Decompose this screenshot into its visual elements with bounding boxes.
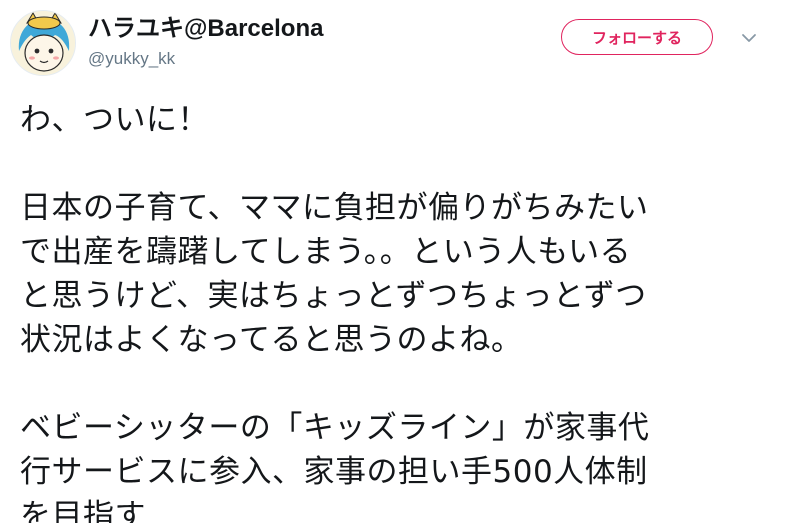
- user-info: ハラユキ@Barcelona @yukky_kk: [88, 14, 323, 70]
- tweet-line: 日本の子育て、ママに負担が偏りがちみたい: [20, 190, 649, 226]
- tweet-line: ベビーシッターの「キッズライン」が家事代: [20, 410, 650, 446]
- follow-button[interactable]: フォローする: [561, 19, 713, 55]
- display-name[interactable]: ハラユキ@Barcelona: [88, 14, 323, 44]
- tweet-line: 行サービスに参入、家事の担い手500人体制: [20, 454, 648, 490]
- avatar[interactable]: [10, 10, 76, 76]
- tweet-line: を目指す: [20, 498, 146, 523]
- tweet-line: と思うけど、実はちょっとずつちょっとずつ: [20, 278, 647, 314]
- avatar-illustration: [11, 11, 75, 75]
- tweet-spacer: [20, 142, 790, 186]
- user-handle[interactable]: @yukky_kk: [88, 48, 323, 70]
- chevron-down-icon[interactable]: [740, 29, 758, 47]
- tweet-line: わ、ついに！: [20, 102, 209, 138]
- tweet-line: で出産を躊躇してしまう。。という人もいる: [20, 234, 632, 270]
- tweet-line: 状況はよくなってると思うのよね。: [20, 322, 523, 358]
- tweet-spacer: [20, 362, 790, 406]
- tweet-text: わ、ついに！ 日本の子育て、ママに負担が偏りがちみたい で出産を躊躇してしまう。…: [20, 98, 790, 523]
